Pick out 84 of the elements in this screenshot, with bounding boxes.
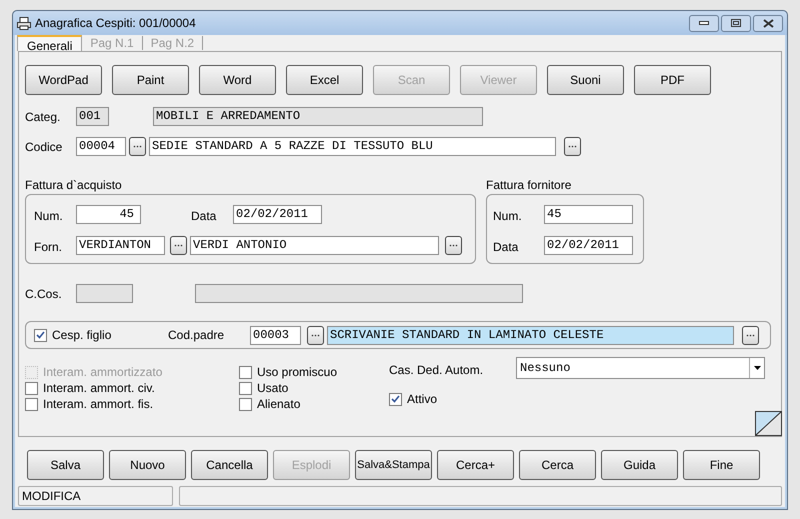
field-label: Cas. Ded. Autom. — [389, 362, 484, 379]
input-field[interactable]: 45 — [76, 204, 141, 224]
input-field[interactable]: 02/02/2011 — [544, 236, 633, 254]
ellipsis-icon — [133, 145, 142, 148]
tab[interactable]: Generali — [17, 35, 82, 51]
input-field[interactable]: VERDI ANTONIO — [190, 236, 439, 254]
input-field[interactable]: VERDIANTON — [76, 236, 165, 254]
browse-button[interactable] — [742, 326, 759, 344]
field-label: Forn. — [34, 239, 64, 256]
input-field[interactable]: SEDIE STANDARD A 5 RAZZE DI TESSUTO BLU — [149, 137, 556, 156]
group-title: Fattura d`acquisto — [25, 177, 123, 194]
button[interactable]: Excel — [286, 65, 363, 95]
button[interactable]: Nuovo — [109, 450, 186, 480]
button[interactable]: Fine — [683, 450, 760, 480]
browse-button[interactable] — [170, 236, 187, 254]
button[interactable]: Salva — [27, 450, 104, 480]
restore-icon — [731, 19, 741, 27]
field-label: C.Cos. — [25, 286, 63, 302]
input-field[interactable]: 001 — [76, 107, 109, 126]
field-label: Num. — [34, 208, 64, 225]
button[interactable]: Cancella — [191, 450, 268, 480]
button[interactable]: Guida — [601, 450, 678, 480]
dropdown-arrow-button[interactable] — [749, 358, 764, 378]
checkmark-icon — [36, 331, 45, 339]
checkmark-icon — [391, 395, 400, 403]
minimize-button[interactable] — [689, 14, 719, 32]
input-field[interactable]: SCRIVANIE STANDARD IN LAMINATO CELESTE — [327, 326, 734, 344]
window-title: Anagrafica Cespiti: 001/00004 — [35, 15, 196, 32]
input-field[interactable]: 02/02/2011 — [233, 204, 322, 224]
ellipsis-icon — [174, 244, 183, 246]
checkbox[interactable] — [239, 366, 252, 378]
browse-button[interactable] — [307, 326, 324, 344]
checkbox[interactable] — [25, 398, 38, 410]
checkbox[interactable] — [239, 398, 252, 410]
input-field[interactable] — [195, 284, 523, 303]
close-button[interactable] — [753, 14, 783, 32]
button[interactable]: WordPad — [25, 65, 102, 95]
button[interactable]: Suoni — [547, 65, 624, 95]
page-corner-icon — [755, 411, 782, 436]
ellipsis-icon — [746, 334, 755, 336]
button[interactable]: PDF — [634, 65, 711, 95]
dropdown[interactable]: Nessuno — [516, 357, 765, 379]
field-label: Num. — [493, 208, 523, 225]
button[interactable]: Cerca — [519, 450, 596, 480]
group-title: Fattura fornitore — [486, 177, 572, 194]
field-label: Codice — [25, 138, 64, 156]
caret-icon — [754, 366, 760, 370]
input-field[interactable]: MOBILI E ARREDAMENTO — [153, 107, 483, 126]
checkbox-label: Attivo — [407, 391, 438, 408]
ellipsis-icon — [449, 244, 458, 246]
browse-button[interactable] — [564, 137, 581, 156]
checkbox-label: Interam. ammortizzato — [43, 364, 162, 381]
checkbox[interactable] — [34, 328, 47, 342]
input-field[interactable]: 00003 — [250, 326, 301, 344]
checkbox[interactable] — [25, 382, 38, 394]
button[interactable]: Salva&Stampa — [355, 450, 432, 480]
browse-button[interactable] — [129, 137, 146, 156]
checkbox-label: Alienato — [257, 396, 300, 413]
button[interactable]: Word — [199, 65, 276, 95]
checkbox-label: Cesp. figlio — [52, 327, 112, 344]
close-icon — [762, 18, 774, 28]
maximize-button[interactable] — [721, 14, 751, 32]
minimize-icon — [699, 21, 709, 25]
field-label: Categ. — [25, 108, 62, 126]
ellipsis-icon — [568, 145, 577, 148]
checkbox-label: Interam. ammort. fis. — [43, 396, 154, 413]
checkbox-label: Uso promiscuo — [257, 364, 338, 381]
field-label: Data — [493, 239, 520, 256]
status-field: MODIFICA — [18, 486, 173, 506]
input-field[interactable]: 45 — [544, 204, 633, 224]
ellipsis-icon — [311, 334, 320, 336]
browse-button[interactable] — [445, 236, 462, 254]
field-label: Cod.padre — [168, 327, 226, 344]
dropdown-value: Nessuno — [519, 360, 572, 377]
button[interactable]: Cerca+ — [437, 450, 514, 480]
input-field[interactable]: 00004 — [76, 137, 126, 156]
checkbox[interactable] — [389, 392, 402, 406]
checkbox[interactable] — [239, 382, 252, 394]
input-field[interactable] — [76, 284, 133, 303]
field-label: Data — [191, 208, 218, 225]
button[interactable]: Paint — [112, 65, 189, 95]
checkbox-label: Interam. ammort. civ. — [43, 380, 155, 397]
printer-icon — [17, 16, 31, 30]
checkbox-label: Usato — [257, 380, 288, 397]
